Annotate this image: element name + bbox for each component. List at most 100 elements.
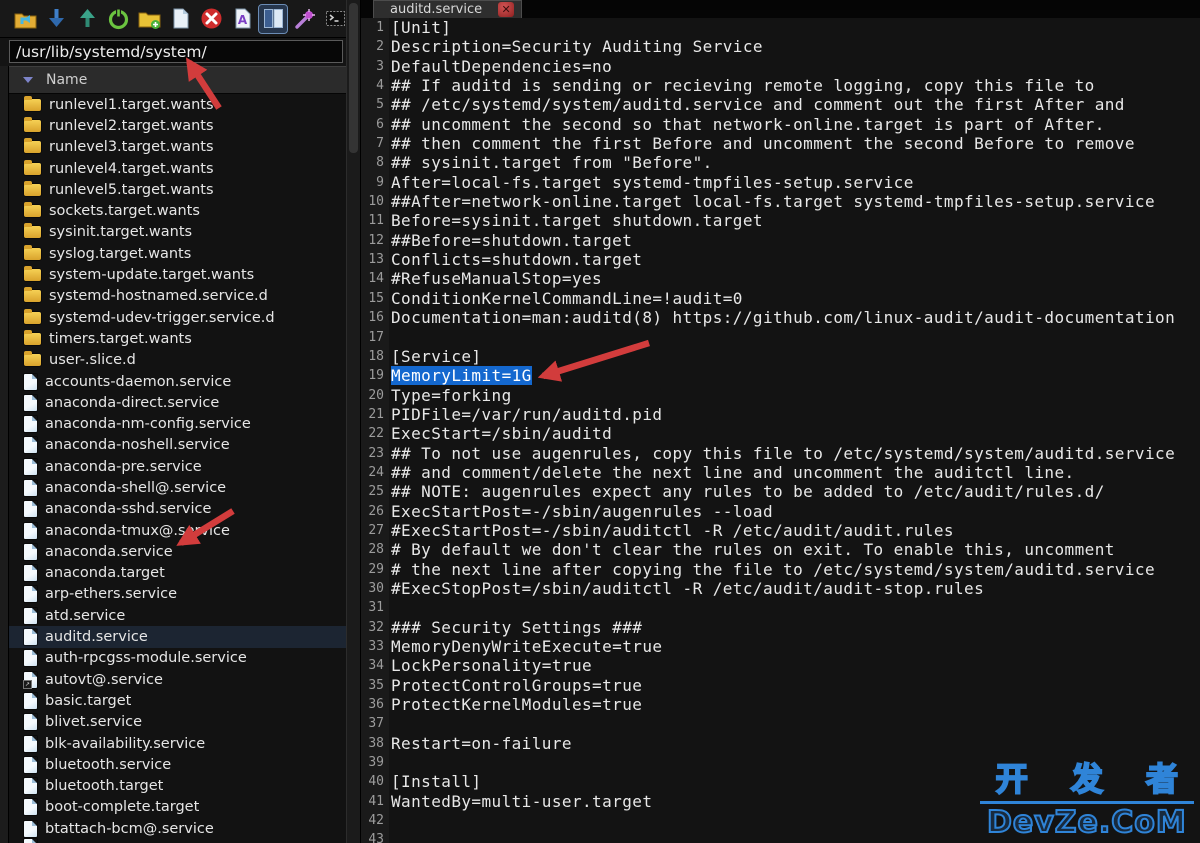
editor-line[interactable]: 11Before=sysinit.target shutdown.target — [361, 211, 1200, 230]
editor-line[interactable]: 2Description=Security Auditing Service — [361, 37, 1200, 56]
delete-icon[interactable] — [197, 5, 225, 33]
upload-icon[interactable] — [73, 5, 101, 33]
file-row[interactable]: runlevel4.target.wants — [9, 158, 346, 179]
editor-line[interactable]: 22ExecStart=/sbin/auditd — [361, 424, 1200, 443]
editor-line[interactable]: 19MemoryLimit=1G — [361, 366, 1200, 385]
editor-line[interactable]: 27#ExecStartPost=-/sbin/auditctl -R /etc… — [361, 521, 1200, 540]
file-row[interactable]: anaconda.service — [9, 541, 346, 562]
file-row[interactable]: accounts-daemon.service — [9, 371, 346, 392]
editor-line[interactable]: 14#RefuseManualStop=yes — [361, 269, 1200, 288]
file-row[interactable]: basic.target — [9, 690, 346, 711]
editor-line[interactable]: 21PIDFile=/var/run/auditd.pid — [361, 405, 1200, 424]
edit-icon[interactable]: A — [228, 5, 256, 33]
editor-line[interactable]: 6## uncomment the second so that network… — [361, 115, 1200, 134]
file-row[interactable]: anaconda-shell@.service — [9, 477, 346, 498]
file-row[interactable]: anaconda-pre.service — [9, 456, 346, 477]
editor-line[interactable]: 24## and comment/delete the next line an… — [361, 463, 1200, 482]
file-row[interactable]: boot-complete.target — [9, 797, 346, 818]
file-row[interactable]: runlevel2.target.wants — [9, 115, 346, 136]
file-row[interactable]: arp-ethers.service — [9, 584, 346, 605]
download-icon[interactable] — [42, 5, 70, 33]
line-number: 38 — [361, 734, 389, 753]
editor-line[interactable]: 3DefaultDependencies=no — [361, 57, 1200, 76]
file-row[interactable]: user-.slice.d — [9, 350, 346, 371]
file-row[interactable]: systemd-udev-trigger.service.d — [9, 307, 346, 328]
editor-line[interactable]: 34LockPersonality=true — [361, 656, 1200, 675]
editor-line[interactable]: 26ExecStartPost=-/sbin/augenrules --load — [361, 502, 1200, 521]
editor-line[interactable]: 41WantedBy=multi-user.target — [361, 792, 1200, 811]
editor-line[interactable]: 39 — [361, 753, 1200, 772]
editor-line[interactable]: 43 — [361, 830, 1200, 843]
parent-directory-icon[interactable] — [11, 5, 39, 33]
file-list-scrollbar[interactable] — [346, 0, 361, 843]
refresh-icon[interactable] — [104, 5, 132, 33]
editor-line[interactable]: 33MemoryDenyWriteExecute=true — [361, 637, 1200, 656]
terminal-icon[interactable] — [321, 5, 349, 33]
editor-line[interactable]: 31 — [361, 598, 1200, 617]
editor-line[interactable]: 25## NOTE: augenrules expect any rules t… — [361, 482, 1200, 501]
editor-line[interactable]: 32### Security Settings ### — [361, 618, 1200, 637]
editor-line[interactable]: 15ConditionKernelCommandLine=!audit=0 — [361, 289, 1200, 308]
editor-line[interactable]: 28# By default we don't clear the rules … — [361, 540, 1200, 559]
file-row[interactable]: atd.service — [9, 605, 346, 626]
editor-line[interactable]: 38Restart=on-failure — [361, 734, 1200, 753]
file-row[interactable] — [9, 839, 346, 843]
tab-close-icon[interactable]: ✕ — [498, 2, 514, 17]
line-number: 14 — [361, 269, 389, 288]
editor-line[interactable]: 40[Install] — [361, 772, 1200, 791]
editor-line[interactable]: 12##Before=shutdown.target — [361, 231, 1200, 250]
scrollbar-thumb[interactable] — [349, 3, 358, 153]
file-row[interactable]: bluetooth.target — [9, 776, 346, 797]
file-row[interactable]: runlevel3.target.wants — [9, 137, 346, 158]
name-column-header[interactable]: Name — [9, 66, 346, 94]
editor-line[interactable]: 4## If auditd is sending or recieving re… — [361, 76, 1200, 95]
file-row[interactable]: anaconda-direct.service — [9, 392, 346, 413]
editor-line[interactable]: 29# the next line after copying the file… — [361, 560, 1200, 579]
new-folder-icon[interactable] — [135, 5, 163, 33]
file-row[interactable]: systemd-hostnamed.service.d — [9, 286, 346, 307]
editor-line[interactable]: 18[Service] — [361, 347, 1200, 366]
file-row[interactable]: auth-rpcgss-module.service — [9, 648, 346, 669]
file-row[interactable]: system-update.target.wants — [9, 264, 346, 285]
editor-line[interactable]: 16Documentation=man:auditd(8) https://gi… — [361, 308, 1200, 327]
file-row[interactable]: sockets.target.wants — [9, 200, 346, 221]
tab-auditd-service[interactable]: auditd.service ✕ — [373, 0, 522, 18]
line-text: MemoryLimit=1G — [389, 366, 532, 385]
file-row[interactable]: anaconda-noshell.service — [9, 435, 346, 456]
file-row[interactable]: runlevel5.target.wants — [9, 179, 346, 200]
editor-line[interactable]: 20Type=forking — [361, 386, 1200, 405]
file-row[interactable]: syslog.target.wants — [9, 243, 346, 264]
editor-line[interactable]: 37 — [361, 714, 1200, 733]
editor-line[interactable]: 1[Unit] — [361, 18, 1200, 37]
editor-line[interactable]: 42 — [361, 811, 1200, 830]
file-row[interactable]: anaconda-sshd.service — [9, 499, 346, 520]
editor-line[interactable]: 10##After=network-online.target local-fs… — [361, 192, 1200, 211]
editor-line[interactable]: 30#ExecStopPost=/sbin/auditctl -R /etc/a… — [361, 579, 1200, 598]
editor-line[interactable]: 7## then comment the first Before and un… — [361, 134, 1200, 153]
new-file-icon[interactable] — [166, 5, 194, 33]
file-row[interactable]: anaconda-nm-config.service — [9, 413, 346, 434]
file-row[interactable]: anaconda.target — [9, 563, 346, 584]
file-row[interactable]: bluetooth.service — [9, 754, 346, 775]
editor-line[interactable]: 8## sysinit.target from "Before". — [361, 153, 1200, 172]
editor-line[interactable]: 13Conflicts=shutdown.target — [361, 250, 1200, 269]
file-row[interactable]: btattach-bcm@.service — [9, 818, 346, 839]
folder-icon — [24, 269, 41, 281]
editor-line[interactable]: 35ProtectControlGroups=true — [361, 676, 1200, 695]
file-row[interactable]: timers.target.wants — [9, 328, 346, 349]
path-input[interactable] — [9, 40, 343, 63]
file-row[interactable]: anaconda-tmux@.service — [9, 520, 346, 541]
editor-line[interactable]: 23## To not use augenrules, copy this fi… — [361, 444, 1200, 463]
split-view-icon[interactable] — [259, 5, 287, 33]
editor-line[interactable]: 5## /etc/systemd/system/auditd.service a… — [361, 95, 1200, 114]
file-row[interactable]: autovt@.service — [9, 669, 346, 690]
tools-icon[interactable] — [290, 5, 318, 33]
file-row[interactable]: sysinit.target.wants — [9, 222, 346, 243]
file-row[interactable]: blk-availability.service — [9, 733, 346, 754]
file-row[interactable]: auditd.service — [9, 626, 346, 647]
file-row[interactable]: blivet.service — [9, 712, 346, 733]
editor-line[interactable]: 36ProtectKernelModules=true — [361, 695, 1200, 714]
editor-line[interactable]: 9After=local-fs.target systemd-tmpfiles-… — [361, 173, 1200, 192]
file-row[interactable]: runlevel1.target.wants — [9, 94, 346, 115]
editor-line[interactable]: 17 — [361, 328, 1200, 347]
